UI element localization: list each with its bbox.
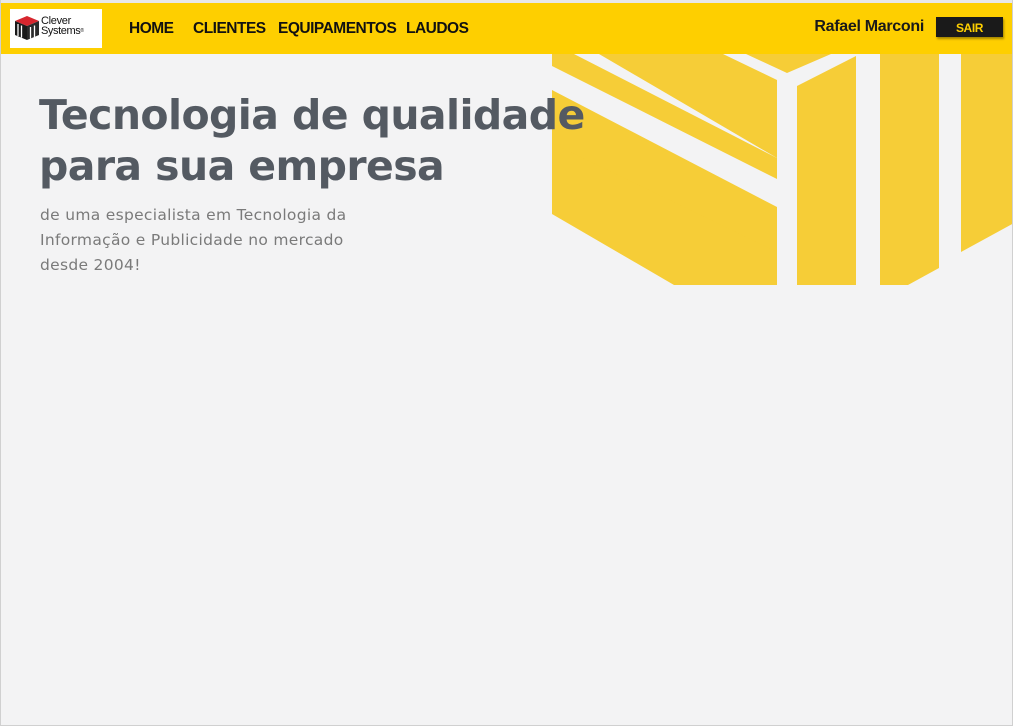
top-navigation-bar: Clever Systems® HOME CLIENTES EQUIPAMENT… <box>1 0 1012 54</box>
nav-laudos[interactable]: LAUDOS <box>406 20 469 42</box>
nav-equipamentos[interactable]: EQUIPAMENTOS <box>278 20 397 42</box>
registered-mark: ® <box>80 28 84 34</box>
hero-headline-line-1: Tecnologia de qualidade <box>39 91 585 139</box>
cube-logo-icon <box>15 16 39 40</box>
logo-wordmark: Clever Systems® <box>41 16 84 37</box>
logout-button[interactable]: SAIR <box>936 17 1003 37</box>
hero-sub-line-2: Informação e Publicidade no mercado <box>40 231 344 249</box>
logo-line-2-text: Systems <box>41 25 81 37</box>
hero-subheadline: de uma especialista em Tecnologia da Inf… <box>40 203 346 278</box>
nav-home[interactable]: HOME <box>129 20 174 42</box>
clever-systems-logo[interactable]: Clever Systems® <box>10 9 102 48</box>
hero-headline: Tecnologia de qualidade para sua empresa <box>39 90 585 192</box>
hero-headline-line-2: para sua empresa <box>39 142 445 190</box>
logo-line-2: Systems® <box>41 25 84 37</box>
hero-sub-line-1: de uma especialista em Tecnologia da <box>40 206 347 224</box>
nav-clientes[interactable]: CLIENTES <box>193 20 266 42</box>
page: Clever Systems® HOME CLIENTES EQUIPAMENT… <box>0 0 1013 726</box>
hero-sub-line-3: desde 2004! <box>40 256 141 274</box>
user-name: Rafael Marconi <box>814 18 924 35</box>
